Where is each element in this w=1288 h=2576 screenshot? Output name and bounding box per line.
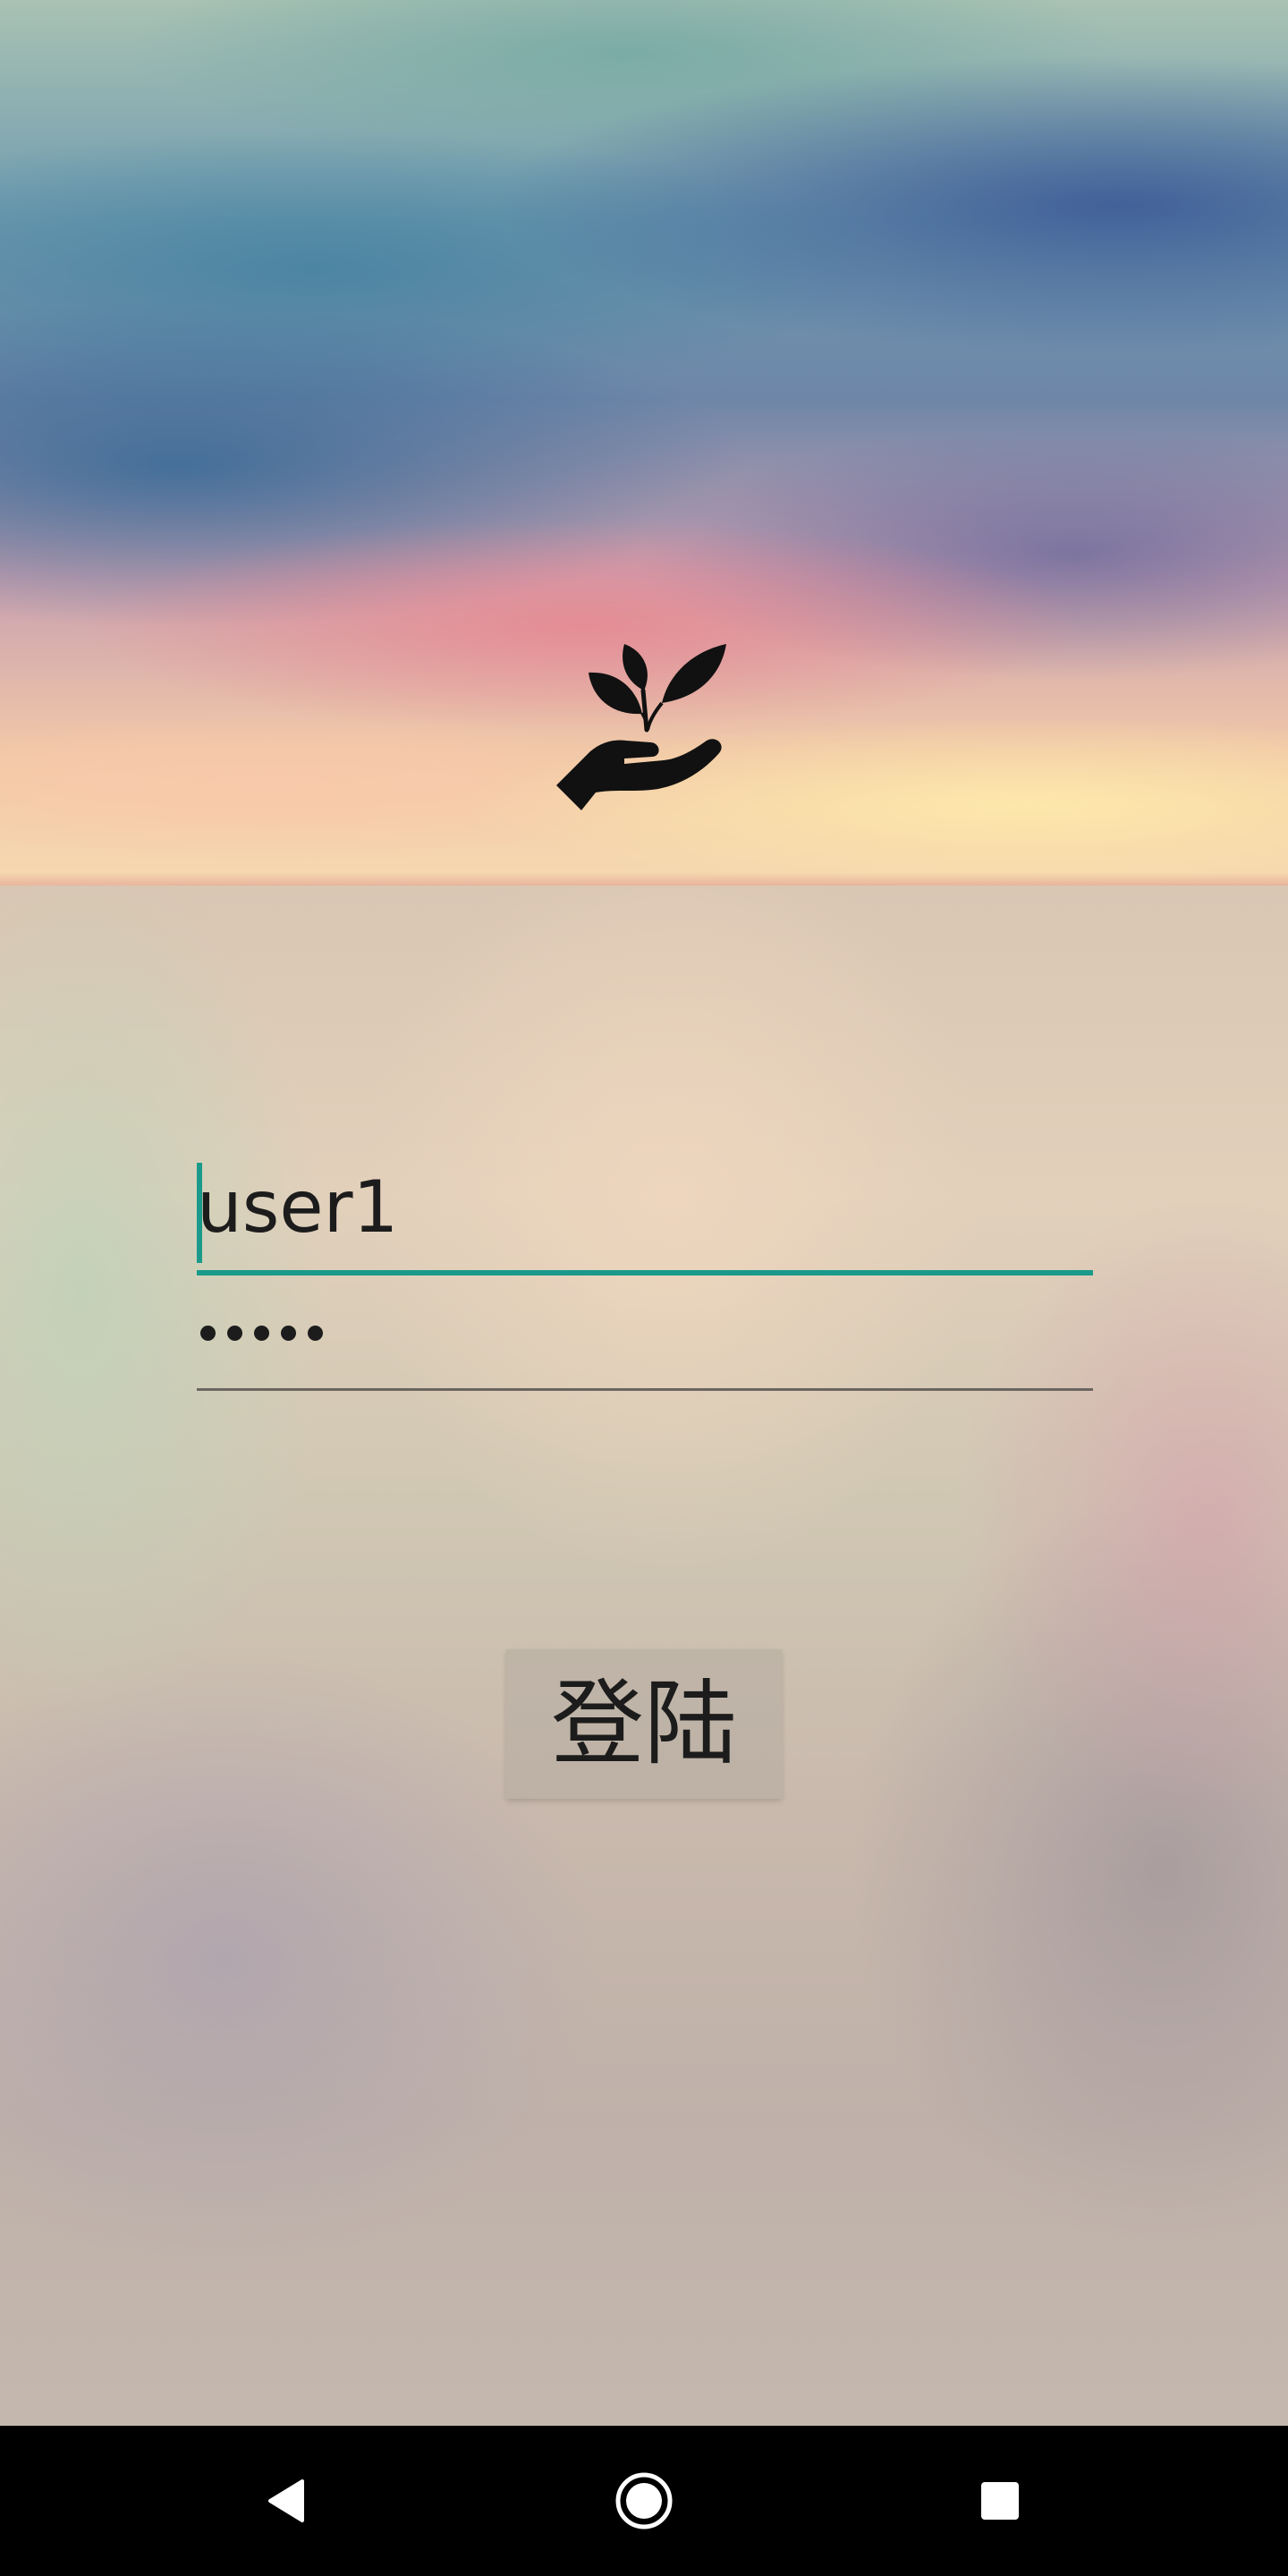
login-button[interactable]: 登陆 — [506, 1649, 782, 1799]
system-navigation-bar — [0, 2426, 1288, 2576]
username-field[interactable] — [197, 1154, 1093, 1279]
password-field[interactable] — [197, 1288, 1093, 1395]
username-underline-focused — [197, 1270, 1093, 1275]
login-screen: 登陆 — [0, 0, 1288, 2576]
home-circle-icon[interactable] — [599, 2456, 689, 2546]
hand-holding-plant-icon — [537, 626, 751, 841]
text-cursor — [197, 1163, 202, 1263]
back-triangle-icon[interactable] — [242, 2456, 331, 2546]
username-input[interactable] — [197, 1154, 1093, 1261]
password-underline — [197, 1388, 1093, 1391]
password-input[interactable] — [197, 1288, 1093, 1377]
recents-square-icon[interactable] — [955, 2456, 1045, 2546]
